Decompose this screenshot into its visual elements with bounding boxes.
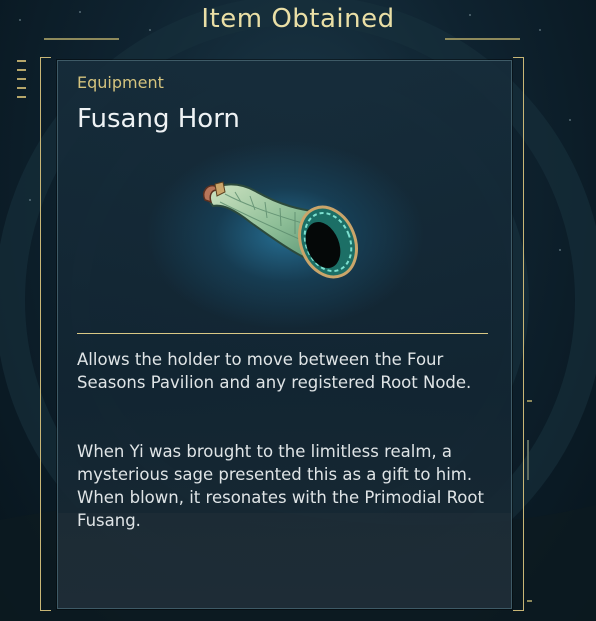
title-divider-right — [445, 38, 520, 40]
title-divider-left — [44, 38, 119, 40]
item-description: Allows the holder to move between the Fo… — [77, 350, 472, 392]
section-divider — [77, 333, 488, 334]
item-name: Fusang Horn — [77, 104, 240, 134]
side-tick-marks — [17, 60, 27, 105]
page-title: Item Obtained — [201, 4, 395, 34]
frame-bracket-left — [40, 57, 51, 611]
item-lore: When Yi was brought to the limitless rea… — [77, 442, 484, 530]
horn-icon — [203, 181, 358, 279]
item-category: Equipment — [77, 73, 164, 92]
frame-bracket-right — [513, 57, 524, 611]
